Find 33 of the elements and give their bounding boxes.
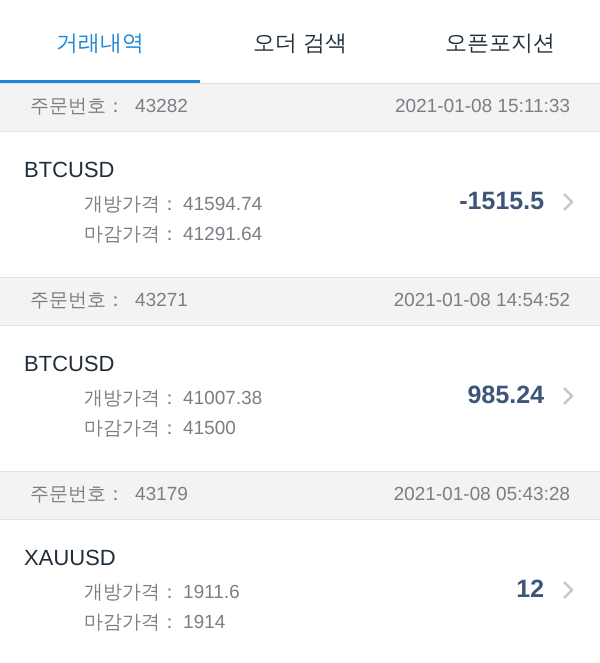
- price-label: 마감가격：: [84, 223, 179, 247]
- order-number: 43282: [135, 95, 188, 120]
- tab[interactable]: 오픈포지션: [400, 0, 600, 83]
- order-number-label: 주문번호：: [30, 95, 125, 120]
- profit: 12: [516, 574, 544, 606]
- profit: -1515.5: [459, 186, 544, 218]
- symbol: BTCUSD: [24, 350, 116, 378]
- price-value: 41007.38: [183, 387, 262, 411]
- price-label: 개방가격：: [84, 387, 179, 411]
- price-label: 마감가격：: [84, 611, 179, 635]
- price-value: 41291.64: [183, 223, 262, 247]
- tab[interactable]: 오더 검색: [200, 0, 400, 83]
- price-label: 개방가격：: [84, 193, 179, 217]
- price-value: 1911.6: [183, 581, 240, 605]
- price-label: 개방가격：: [84, 581, 179, 605]
- order-number-label: 주문번호：: [30, 483, 125, 508]
- symbol: BTCUSD: [24, 156, 116, 184]
- order-number-label: 주문번호：: [30, 289, 125, 314]
- price-value: 41500: [183, 417, 236, 441]
- order-number: 43271: [135, 289, 188, 314]
- chevron-right-icon: [562, 192, 574, 212]
- order-time: 2021-01-08 14:54:52: [394, 289, 570, 314]
- order-time: 2021-01-08 05:43:28: [394, 483, 570, 508]
- order-row[interactable]: XAUUSD 개방가격： 1911.6 마감가격： 1914 12: [0, 520, 600, 663]
- profit: 985.24: [468, 380, 544, 412]
- price-label: 마감가격：: [84, 417, 179, 441]
- order-time: 2021-01-08 15:11:33: [394, 95, 570, 120]
- order-number: 43179: [135, 483, 188, 508]
- chevron-right-icon: [562, 580, 574, 600]
- price-value: 41594.74: [183, 193, 262, 217]
- chevron-right-icon: [562, 386, 574, 406]
- symbol: XAUUSD: [24, 544, 117, 572]
- price-value: 1914: [183, 611, 226, 635]
